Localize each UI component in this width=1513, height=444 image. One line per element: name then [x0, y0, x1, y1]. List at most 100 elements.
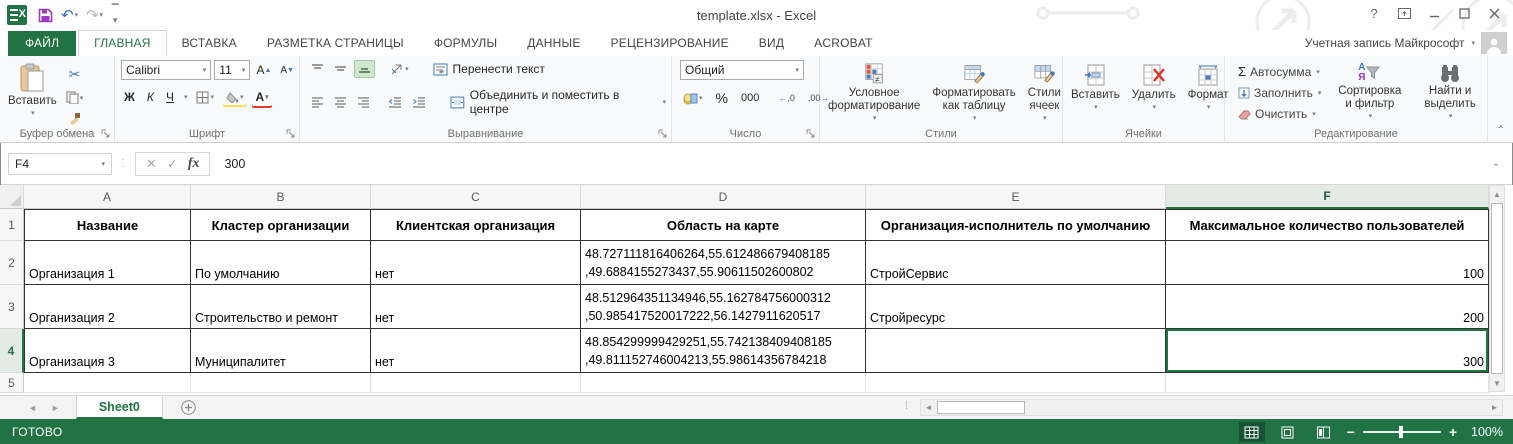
row-header-5[interactable]: 5 [0, 373, 24, 393]
cell-b2[interactable]: По умолчанию [191, 241, 371, 285]
collapse-ribbon-icon[interactable]: ⌃ [1497, 125, 1505, 136]
cell-f1[interactable]: Максимальное количество пользователей [1166, 209, 1489, 241]
tab-file[interactable]: ФАЙЛ [8, 31, 76, 56]
formula-bar-splitter[interactable]: ⋮ [118, 158, 129, 169]
customize-qat-icon[interactable]: ▔▾ [108, 4, 122, 26]
cell-c4[interactable]: нет [371, 329, 581, 373]
font-family-select[interactable]: Calibri▾ [121, 60, 211, 80]
scroll-left-icon[interactable]: ◄ [921, 403, 936, 412]
paste-dropdown-icon[interactable]: ▾ [31, 110, 35, 118]
row-header-2[interactable]: 2 [0, 241, 24, 285]
cell-c1[interactable]: Клиентская организация [371, 209, 581, 241]
cell-e1[interactable]: Организация-исполнитель по умолчанию [866, 209, 1166, 241]
find-select-button[interactable]: Найти и выделить▾ [1415, 60, 1485, 126]
cell-e3[interactable]: Стройресурс [866, 285, 1166, 329]
cell-b4[interactable]: Муниципалитет [191, 329, 371, 373]
align-right-icon[interactable] [354, 94, 373, 110]
font-color-icon[interactable]: А▾ [252, 88, 271, 106]
zoom-slider-thumb[interactable] [1399, 426, 1403, 438]
tab-acrobat[interactable]: ACROBAT [799, 31, 888, 56]
number-format-select[interactable]: Общий▾ [680, 60, 804, 80]
decrease-indent-icon[interactable] [385, 94, 405, 110]
page-layout-view-button[interactable] [1275, 422, 1301, 442]
cell-e4[interactable] [866, 329, 1166, 373]
cell-a4[interactable]: Организация 3 [24, 329, 191, 373]
horizontal-scroll-thumb[interactable] [937, 401, 1025, 414]
formula-input[interactable]: 300 [216, 152, 1481, 176]
orientation-icon[interactable]: ▾ [387, 61, 412, 78]
tab-data[interactable]: ДАННЫЕ [512, 31, 595, 56]
column-header-a[interactable]: A [24, 185, 191, 209]
avatar[interactable] [1481, 32, 1507, 54]
cell-a1[interactable]: Название [24, 209, 191, 241]
row-header-4[interactable]: 4 [0, 329, 24, 373]
underline-button[interactable]: Ч [163, 88, 177, 106]
redo-dropdown-icon[interactable]: ▾ [100, 11, 104, 19]
next-sheet-icon[interactable]: ► [51, 403, 60, 413]
fill-button[interactable]: Заполнить▾ [1235, 84, 1324, 102]
borders-icon[interactable]: ▾ [193, 89, 217, 106]
minimize-button[interactable] [1419, 0, 1449, 26]
column-header-e[interactable]: E [866, 185, 1166, 209]
cell-c3[interactable]: нет [371, 285, 581, 329]
vertical-scroll-thumb[interactable] [1491, 203, 1503, 374]
cell-e5[interactable] [866, 373, 1166, 393]
cell-e2[interactable]: СтройСервис [866, 241, 1166, 285]
percent-style-button[interactable]: % [713, 88, 731, 108]
excel-app-icon[interactable] [7, 5, 27, 25]
align-bottom-icon[interactable] [354, 60, 375, 78]
maximize-button[interactable] [1449, 0, 1479, 26]
format-as-table-button[interactable]: Форматировать как таблицу▾ [926, 60, 1021, 126]
insert-function-icon[interactable]: fx [188, 156, 200, 172]
underline-dropdown-icon[interactable]: ▾ [184, 93, 188, 101]
delete-cells-button[interactable]: Удалить▾ [1126, 60, 1182, 126]
horizontal-scrollbar[interactable]: ◄ ► [920, 399, 1503, 416]
number-dialog-launcher-icon[interactable] [806, 129, 816, 139]
redo-button[interactable]: ↷▾ [83, 7, 106, 24]
undo-button[interactable]: ↶▾ [58, 7, 81, 24]
close-button[interactable] [1479, 0, 1509, 26]
tab-formulas[interactable]: ФОРМУЛЫ [419, 31, 512, 56]
sheet-tab-sheet0[interactable]: Sheet0 [76, 396, 163, 419]
increase-indent-icon[interactable] [409, 94, 429, 110]
align-left-icon[interactable] [308, 94, 327, 110]
prev-sheet-icon[interactable]: ◄ [28, 403, 37, 413]
wrap-text-button[interactable]: Перенести текст [430, 60, 548, 78]
cell-a2[interactable]: Организация 1 [24, 241, 191, 285]
merge-center-button[interactable]: Объединить и поместить в центре ▾ [447, 86, 669, 118]
cell-f2[interactable]: 100 [1166, 241, 1489, 285]
scroll-down-icon[interactable]: ▼ [1490, 375, 1504, 391]
insert-cells-button[interactable]: Вставить▾ [1065, 60, 1126, 126]
clipboard-dialog-launcher-icon[interactable] [101, 129, 111, 139]
column-header-f[interactable]: F [1166, 185, 1489, 209]
cell-d5[interactable] [581, 373, 866, 393]
increase-decimal-icon[interactable]: ←﻿,0 [775, 91, 798, 105]
scroll-right-icon[interactable]: ► [1487, 403, 1502, 412]
column-header-c[interactable]: C [371, 185, 581, 209]
save-icon[interactable] [35, 7, 56, 24]
cell-f4-selected[interactable]: 300 [1166, 329, 1489, 373]
comma-style-button[interactable]: 000 [738, 90, 762, 106]
normal-view-button[interactable] [1239, 422, 1265, 442]
align-center-icon[interactable] [331, 94, 350, 110]
cancel-icon[interactable]: ✕ [146, 156, 157, 172]
cell-d1[interactable]: Область на карте [581, 209, 866, 241]
alignment-dialog-launcher-icon[interactable] [658, 129, 668, 139]
column-header-b[interactable]: B [191, 185, 371, 209]
cell-styles-button[interactable]: Стили ячеек▾ [1022, 60, 1067, 126]
copy-icon[interactable]: ▾ [63, 89, 87, 106]
font-dialog-launcher-icon[interactable] [286, 129, 296, 139]
zoom-out-button[interactable]: − [1347, 425, 1355, 439]
cell-d4[interactable]: 48.854299999429251,55.742138409408185 ,4… [581, 329, 866, 373]
accounting-format-icon[interactable]: ▾ [680, 90, 706, 107]
cut-icon[interactable]: ✂ [63, 64, 87, 85]
bold-button[interactable]: Ж [121, 88, 138, 106]
align-middle-icon[interactable] [331, 61, 350, 77]
autosum-button[interactable]: ΣАвтосумма▾ [1235, 62, 1324, 81]
cell-a5[interactable] [24, 373, 191, 393]
expand-formula-bar-icon[interactable]: ⌄ [1487, 158, 1505, 169]
clear-button[interactable]: Очистить▾ [1235, 105, 1324, 123]
fill-color-icon[interactable]: ▾ [223, 90, 247, 105]
zoom-in-button[interactable]: + [1449, 425, 1457, 439]
page-break-preview-button[interactable] [1311, 422, 1337, 442]
